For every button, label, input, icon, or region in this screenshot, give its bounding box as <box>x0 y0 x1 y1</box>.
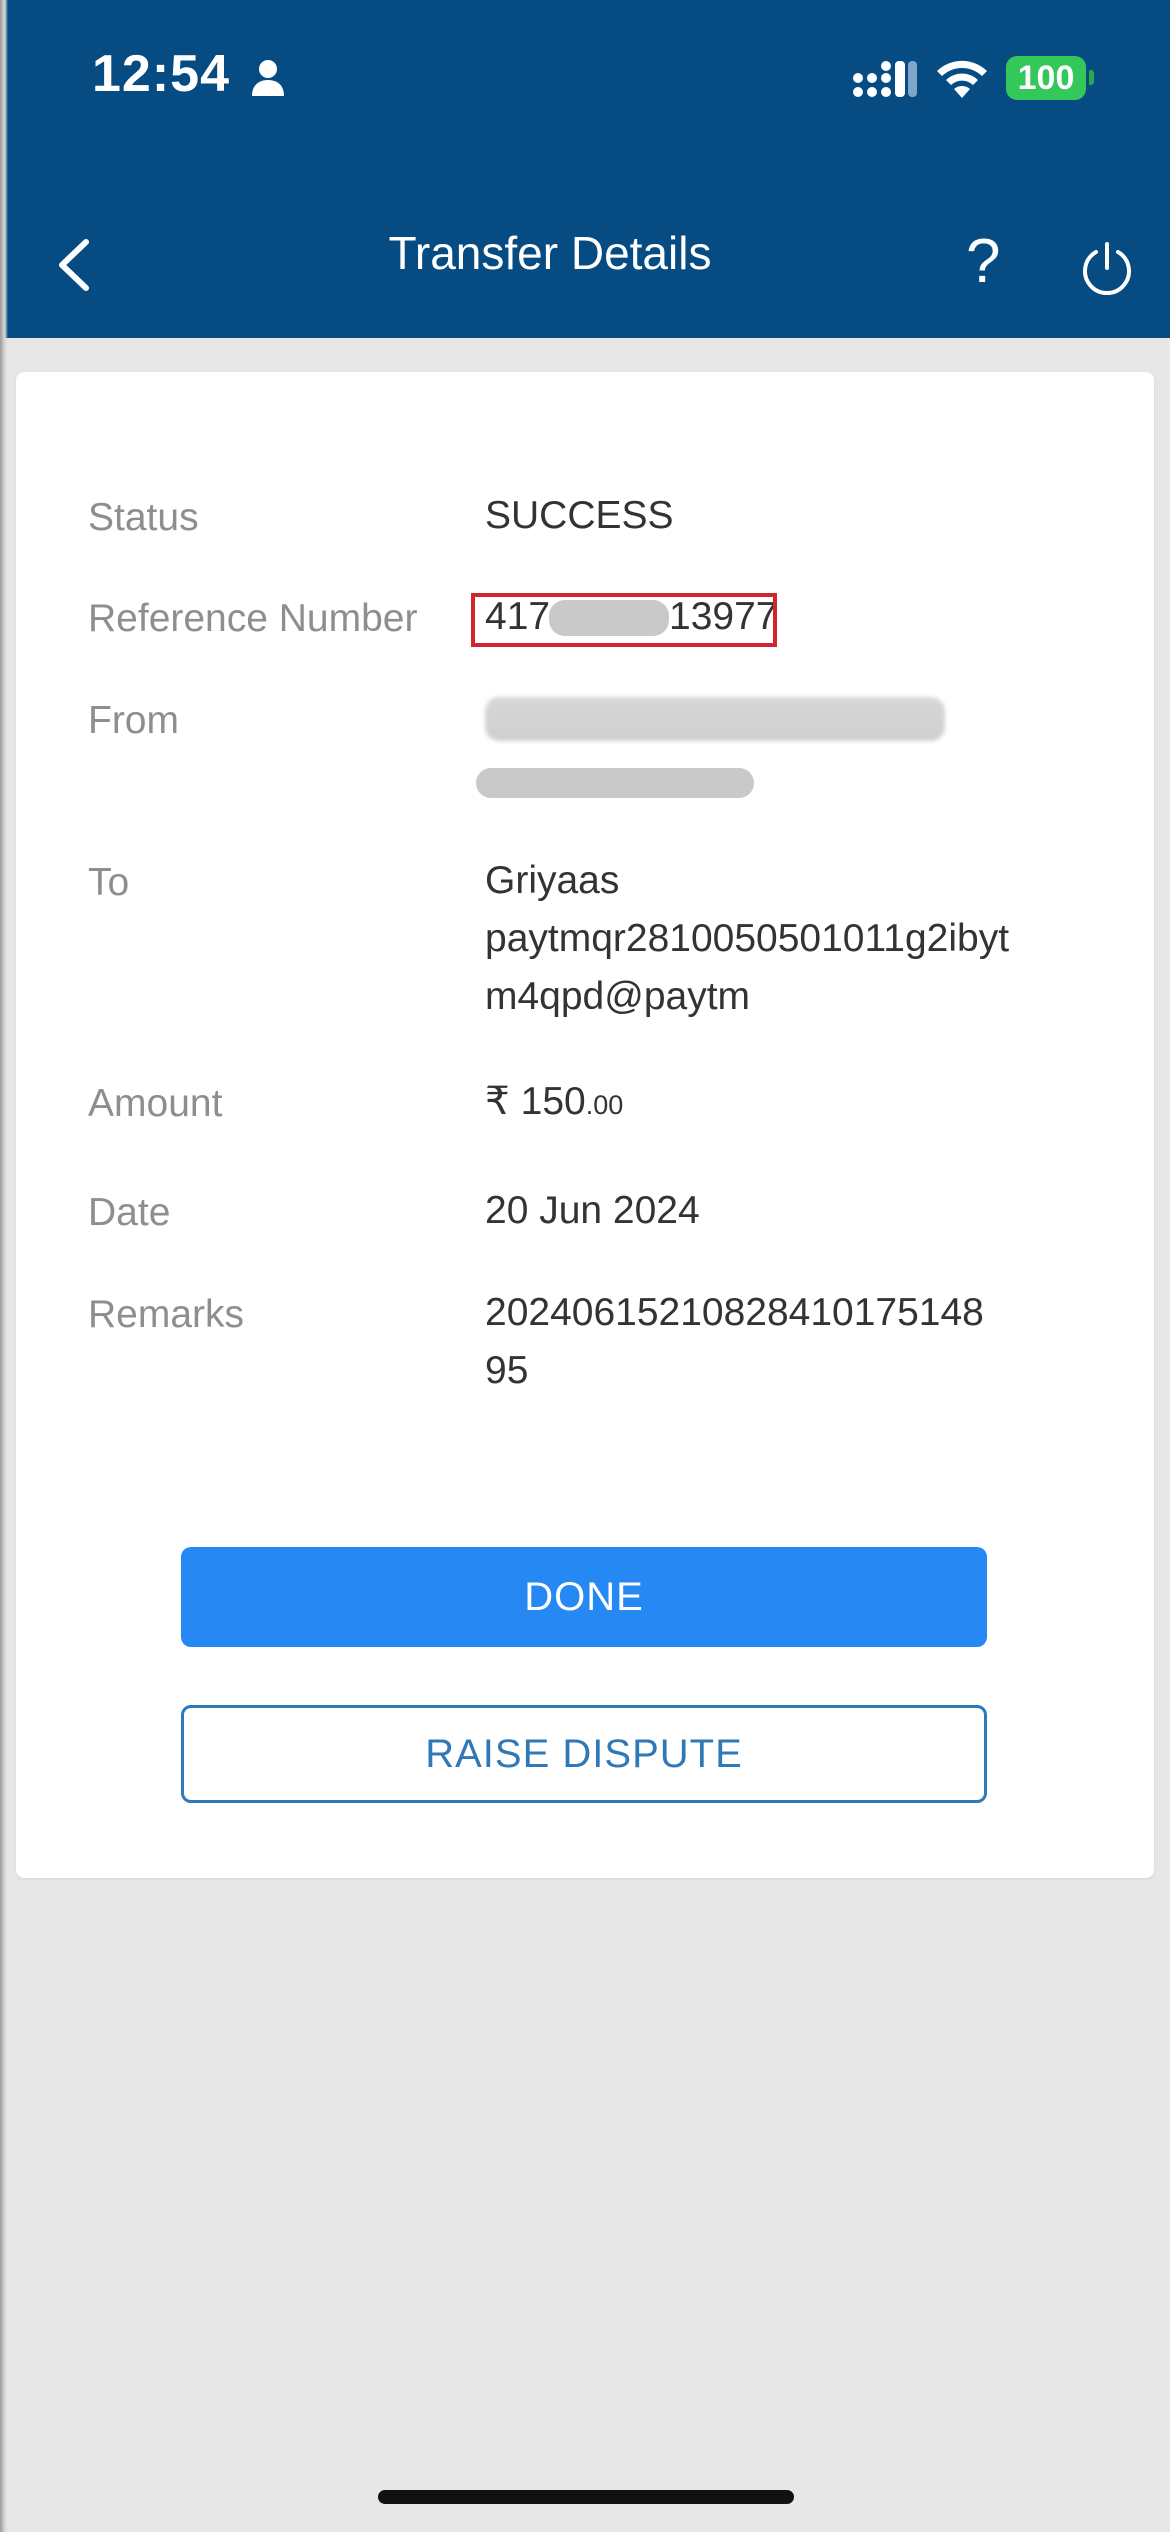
screen-edge-shadow <box>0 0 8 2532</box>
from-account-redacted <box>485 697 945 741</box>
battery-nub <box>1089 70 1094 85</box>
battery-indicator: 100 <box>1006 56 1086 100</box>
from-masked-account-redaction <box>476 768 754 798</box>
raise-dispute-button[interactable]: RAISE DISPUTE <box>181 1705 987 1803</box>
remarks-line2: 95 <box>485 1349 529 1392</box>
from-label: From <box>88 699 179 742</box>
amount-whole: 150 <box>520 1080 586 1123</box>
to-vpa-line1: paytmqr2810050501011g2ibyt <box>485 917 1010 960</box>
reference-number-highlight <box>471 593 777 647</box>
amount-label: Amount <box>88 1082 223 1125</box>
status-value: SUCCESS <box>485 494 674 537</box>
status-bar-time: 12:54 <box>92 45 230 103</box>
date-label: Date <box>88 1191 171 1234</box>
date-value: 20 Jun 2024 <box>485 1189 700 1232</box>
remarks-line1: 20240615210828410175148 <box>485 1291 984 1334</box>
done-button[interactable]: DONE <box>181 1547 987 1647</box>
cellular-signal-icon <box>853 61 917 97</box>
wifi-icon <box>937 60 987 98</box>
power-icon[interactable] <box>1078 240 1136 298</box>
reference-number-label: Reference Number <box>88 597 418 640</box>
transfer-details-card: Status SUCCESS Reference Number 417 1397… <box>16 372 1154 1878</box>
status-label: Status <box>88 496 199 539</box>
app-header: 12:54 100 Transfer Details ? <box>0 0 1170 338</box>
help-icon[interactable]: ? <box>966 226 1000 297</box>
amount-value: ₹ 150.00 <box>485 1073 623 1134</box>
amount-decimal: .00 <box>585 1090 624 1120</box>
remarks-label: Remarks <box>88 1293 245 1336</box>
person-icon <box>252 60 284 96</box>
to-vpa-line2: m4qpd@paytm <box>485 975 751 1018</box>
to-name: Griyaas <box>485 859 620 902</box>
page-title: Transfer Details <box>388 227 712 279</box>
to-label: To <box>88 861 130 904</box>
home-indicator[interactable] <box>378 2490 794 2504</box>
currency-symbol: ₹ <box>485 1080 510 1123</box>
